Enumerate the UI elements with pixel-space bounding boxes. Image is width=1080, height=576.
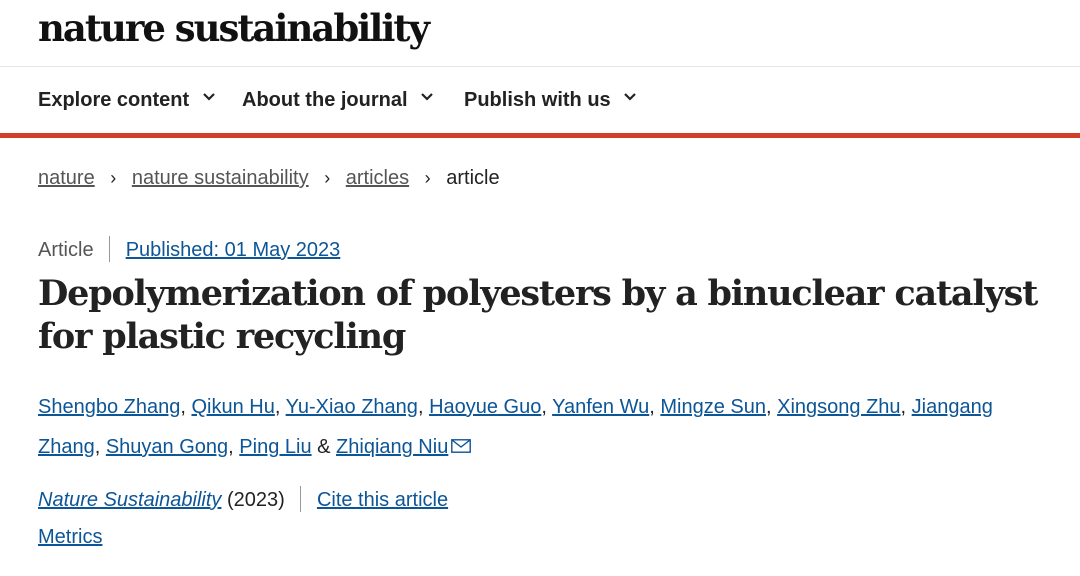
author-link[interactable]: Xingsong Zhu bbox=[777, 396, 900, 418]
article-type: Article bbox=[38, 239, 94, 261]
author-link[interactable]: Haoyue Guo bbox=[429, 396, 541, 418]
divider bbox=[109, 236, 111, 262]
title-line-2: for plastic recycling bbox=[38, 316, 406, 357]
breadcrumb-link-articles[interactable]: articles bbox=[346, 167, 409, 189]
metrics-link[interactable]: Metrics bbox=[38, 526, 102, 549]
breadcrumb-current: article bbox=[446, 167, 500, 189]
main-nav: Explore content About the journal Publis… bbox=[0, 67, 1080, 133]
published-date-link[interactable]: Published: 01 May 2023 bbox=[126, 239, 341, 261]
nav-label: Publish with us bbox=[464, 89, 611, 111]
chevron-right-icon: › bbox=[324, 168, 331, 188]
author-link-corresponding[interactable]: Zhiqiang Niu bbox=[336, 436, 448, 458]
nav-label: Explore content bbox=[38, 89, 190, 111]
chevron-down-icon bbox=[421, 93, 433, 101]
nav-label: About the journal bbox=[242, 89, 408, 111]
author-list: Shengbo Zhang, Qikun Hu, Yu-Xiao Zhang, … bbox=[38, 396, 993, 458]
breadcrumb: nature › nature sustainability › article… bbox=[38, 167, 500, 190]
chevron-right-icon: › bbox=[424, 168, 431, 188]
chevron-down-icon bbox=[624, 93, 637, 101]
nav-explore-content[interactable]: Explore content bbox=[38, 89, 215, 112]
article-title: Depolymerization of polyesters by a binu… bbox=[38, 272, 1038, 358]
breadcrumb-link-nature-sustainability[interactable]: nature sustainability bbox=[132, 167, 309, 189]
author-link[interactable]: Yanfen Wu bbox=[552, 396, 649, 418]
cite-this-article-link[interactable]: Cite this article bbox=[317, 489, 448, 511]
journal-link[interactable]: Nature Sustainability bbox=[38, 489, 221, 511]
author-link[interactable]: Mingze Sun bbox=[660, 396, 766, 418]
accent-rule bbox=[0, 133, 1080, 138]
author-link[interactable]: Shuyan Gong bbox=[106, 436, 228, 458]
article-meta: Article Published: 01 May 2023 bbox=[38, 236, 340, 262]
breadcrumb-link-nature[interactable]: nature bbox=[38, 167, 95, 189]
author-link[interactable]: Yu-Xiao Zhang bbox=[286, 396, 418, 418]
site-header: nature sustainability bbox=[0, 0, 1080, 67]
journal-line: Nature Sustainability (2023) Cite this a… bbox=[38, 486, 448, 512]
chevron-down-icon bbox=[202, 93, 215, 101]
author-link[interactable]: Qikun Hu bbox=[191, 396, 274, 418]
mail-icon[interactable] bbox=[451, 439, 472, 453]
site-logo[interactable]: nature sustainability bbox=[38, 6, 430, 50]
author-link[interactable]: Shengbo Zhang bbox=[38, 396, 180, 418]
title-line-1: Depolymerization of polyesters by a binu… bbox=[38, 273, 1038, 314]
journal-year: (2023) bbox=[227, 489, 285, 511]
author-link[interactable]: Ping Liu bbox=[239, 436, 311, 458]
chevron-right-icon: › bbox=[110, 168, 117, 188]
nav-about-the-journal[interactable]: About the journal bbox=[242, 89, 433, 112]
divider bbox=[300, 486, 302, 512]
nav-publish-with-us[interactable]: Publish with us bbox=[464, 89, 637, 112]
